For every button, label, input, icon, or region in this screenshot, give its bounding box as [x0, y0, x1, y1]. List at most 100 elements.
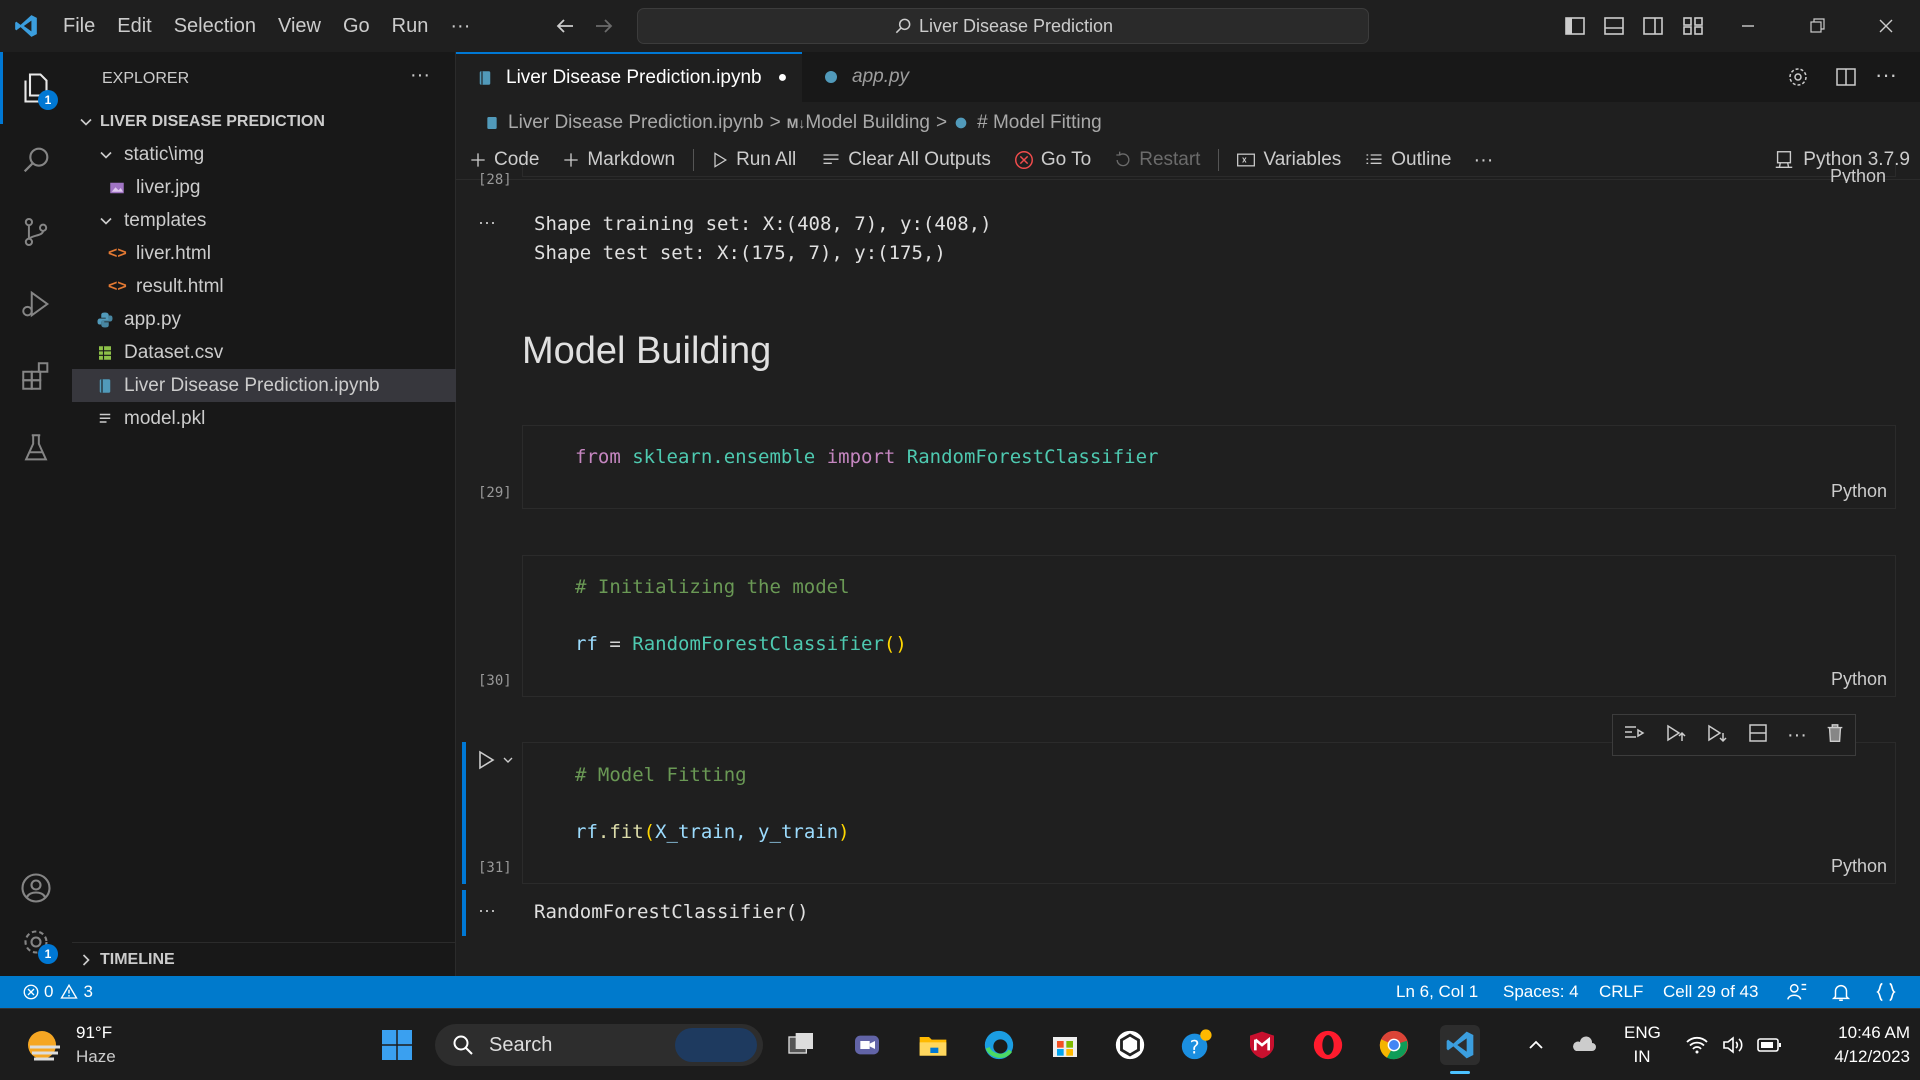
- menu-run[interactable]: Run: [381, 0, 440, 52]
- execution-count: [28]: [478, 172, 512, 188]
- execution-count: [30]: [478, 673, 512, 689]
- notifications-bell-icon[interactable]: [1830, 981, 1852, 1008]
- breadcrumb-cell[interactable]: # Model Fitting: [977, 112, 1102, 134]
- csv-file-icon: [99, 345, 111, 360]
- menu-more[interactable]: ···: [439, 0, 481, 52]
- explorer-more-icon[interactable]: ···: [410, 64, 430, 87]
- problems-indicator[interactable]: 0 3: [22, 982, 93, 1002]
- search-icon[interactable]: [14, 138, 58, 182]
- split-cell-icon[interactable]: [1746, 721, 1770, 750]
- tree-file-model-pkl[interactable]: model.pkl: [72, 402, 456, 435]
- execute-above-icon[interactable]: [1663, 721, 1687, 750]
- cell-indicator[interactable]: Cell 29 of 43: [1663, 982, 1758, 1002]
- cell-language[interactable]: Python: [1831, 481, 1887, 502]
- editor-more-icon[interactable]: ···: [1875, 62, 1897, 88]
- extensions-icon[interactable]: [14, 354, 58, 398]
- run-options-chevron-icon[interactable]: [500, 752, 516, 773]
- run-debug-icon[interactable]: [14, 282, 58, 326]
- mcafee-icon[interactable]: [1242, 1025, 1282, 1065]
- testing-flask-icon[interactable]: [14, 426, 58, 470]
- back-arrow-icon[interactable]: [553, 14, 577, 43]
- minimize-icon[interactable]: [1736, 14, 1760, 43]
- line-ending[interactable]: CRLF: [1599, 982, 1643, 1002]
- cell-language[interactable]: Python: [1830, 169, 1886, 183]
- split-editor-icon[interactable]: [1834, 65, 1858, 94]
- tree-file-notebook[interactable]: Liver Disease Prediction.ipynb: [72, 369, 456, 402]
- delete-cell-trash-icon[interactable]: [1824, 722, 1846, 749]
- toggle-secondary-sidebar-icon[interactable]: [1641, 14, 1665, 43]
- customize-layout-icon[interactable]: [1681, 14, 1705, 43]
- menu-view[interactable]: View: [267, 0, 332, 52]
- restore-icon[interactable]: [1805, 14, 1829, 43]
- get-help-icon[interactable]: ?: [1176, 1025, 1216, 1065]
- execute-below-icon[interactable]: [1704, 721, 1728, 750]
- battery-icon[interactable]: [1756, 1033, 1784, 1062]
- tab-app-py[interactable]: app.py: [802, 52, 980, 102]
- breadcrumb-file[interactable]: Liver Disease Prediction.ipynb: [508, 112, 764, 134]
- cell-language[interactable]: Python: [1831, 669, 1887, 690]
- tree-folder-templates[interactable]: templates: [72, 204, 456, 237]
- output-more-icon[interactable]: ···: [478, 212, 496, 233]
- account-icon[interactable]: [14, 866, 58, 910]
- chevron-down-icon: [80, 118, 92, 126]
- teams-chat-icon[interactable]: [847, 1025, 887, 1065]
- copilot-braces-icon[interactable]: [1875, 981, 1897, 1008]
- explorer-badge: 1: [38, 90, 58, 110]
- forward-arrow-icon[interactable]: [592, 14, 616, 43]
- tree-file-result-html[interactable]: <> result.html: [72, 270, 456, 303]
- settings-gear-icon[interactable]: [1786, 65, 1810, 94]
- activity-bar: 1 1: [0, 52, 72, 976]
- unsaved-dot-icon[interactable]: ●: [778, 69, 788, 87]
- wifi-icon[interactable]: [1684, 1033, 1710, 1062]
- edge-browser-icon[interactable]: [979, 1025, 1019, 1065]
- clock-date[interactable]: 4/12/2023: [1800, 1047, 1910, 1067]
- workspace-root[interactable]: LIVER DISEASE PREDICTION: [72, 105, 456, 138]
- timeline-section[interactable]: TIMELINE: [72, 942, 456, 976]
- cursor-position[interactable]: Ln 6, Col 1: [1396, 982, 1478, 1002]
- taskbar-search-label: Search: [489, 1033, 553, 1056]
- indentation[interactable]: Spaces: 4: [1503, 982, 1579, 1002]
- menu-go[interactable]: Go: [332, 0, 381, 52]
- menu-file[interactable]: File: [52, 0, 106, 52]
- feedback-icon[interactable]: [1786, 981, 1808, 1008]
- tree-file-liver-html[interactable]: <> liver.html: [72, 237, 456, 270]
- chrome-browser-icon[interactable]: [1374, 1025, 1414, 1065]
- volume-icon[interactable]: [1720, 1033, 1746, 1062]
- show-hidden-icons-chevron-icon[interactable]: [1524, 1033, 1548, 1062]
- clock-time[interactable]: 10:46 AM: [1800, 1023, 1910, 1043]
- input-region[interactable]: IN: [1624, 1047, 1660, 1067]
- input-language[interactable]: ENG: [1624, 1023, 1661, 1043]
- toggle-panel-icon[interactable]: [1602, 14, 1626, 43]
- menu-selection[interactable]: Selection: [163, 0, 267, 52]
- source-control-icon[interactable]: [14, 210, 58, 254]
- weather-sun-icon[interactable]: [22, 1025, 68, 1070]
- close-window-icon[interactable]: [1874, 14, 1898, 43]
- code-line: rf.fit(X_train, y_train): [575, 821, 850, 843]
- command-center[interactable]: Liver Disease Prediction: [637, 8, 1369, 44]
- tab-notebook[interactable]: Liver Disease Prediction.ipynb ●: [456, 52, 802, 102]
- run-by-line-icon[interactable]: [1622, 721, 1646, 750]
- tree-item-label: static\img: [124, 143, 205, 165]
- output-more-icon[interactable]: ···: [478, 900, 496, 921]
- tree-file-app-py[interactable]: app.py: [72, 303, 456, 336]
- windows-start-icon[interactable]: [377, 1025, 417, 1065]
- menu-edit[interactable]: Edit: [106, 0, 162, 52]
- manage-gear-icon[interactable]: 1: [14, 920, 58, 964]
- tree-folder-static-img[interactable]: static\img: [72, 138, 456, 171]
- ms-store-icon[interactable]: [1045, 1025, 1085, 1065]
- tree-file-dataset-csv[interactable]: Dataset.csv: [72, 336, 456, 369]
- opera-browser-icon[interactable]: [1308, 1025, 1348, 1065]
- cell-more-icon[interactable]: ···: [1787, 724, 1807, 747]
- taskbar-search[interactable]: Search: [435, 1024, 763, 1066]
- explorer-icon[interactable]: 1: [14, 66, 58, 110]
- vscode-taskbar-icon[interactable]: [1440, 1025, 1480, 1065]
- toggle-sidebar-icon[interactable]: [1563, 14, 1587, 43]
- cell-language[interactable]: Python: [1831, 856, 1887, 877]
- run-cell-icon[interactable]: [474, 748, 498, 777]
- task-view-icon[interactable]: [781, 1025, 821, 1065]
- openai-app-icon[interactable]: [1110, 1025, 1150, 1065]
- tree-file-liver-jpg[interactable]: liver.jpg: [72, 171, 456, 204]
- breadcrumb-section[interactable]: Model Building: [805, 112, 930, 134]
- file-explorer-icon[interactable]: [913, 1025, 953, 1065]
- onedrive-cloud-icon[interactable]: [1570, 1033, 1598, 1062]
